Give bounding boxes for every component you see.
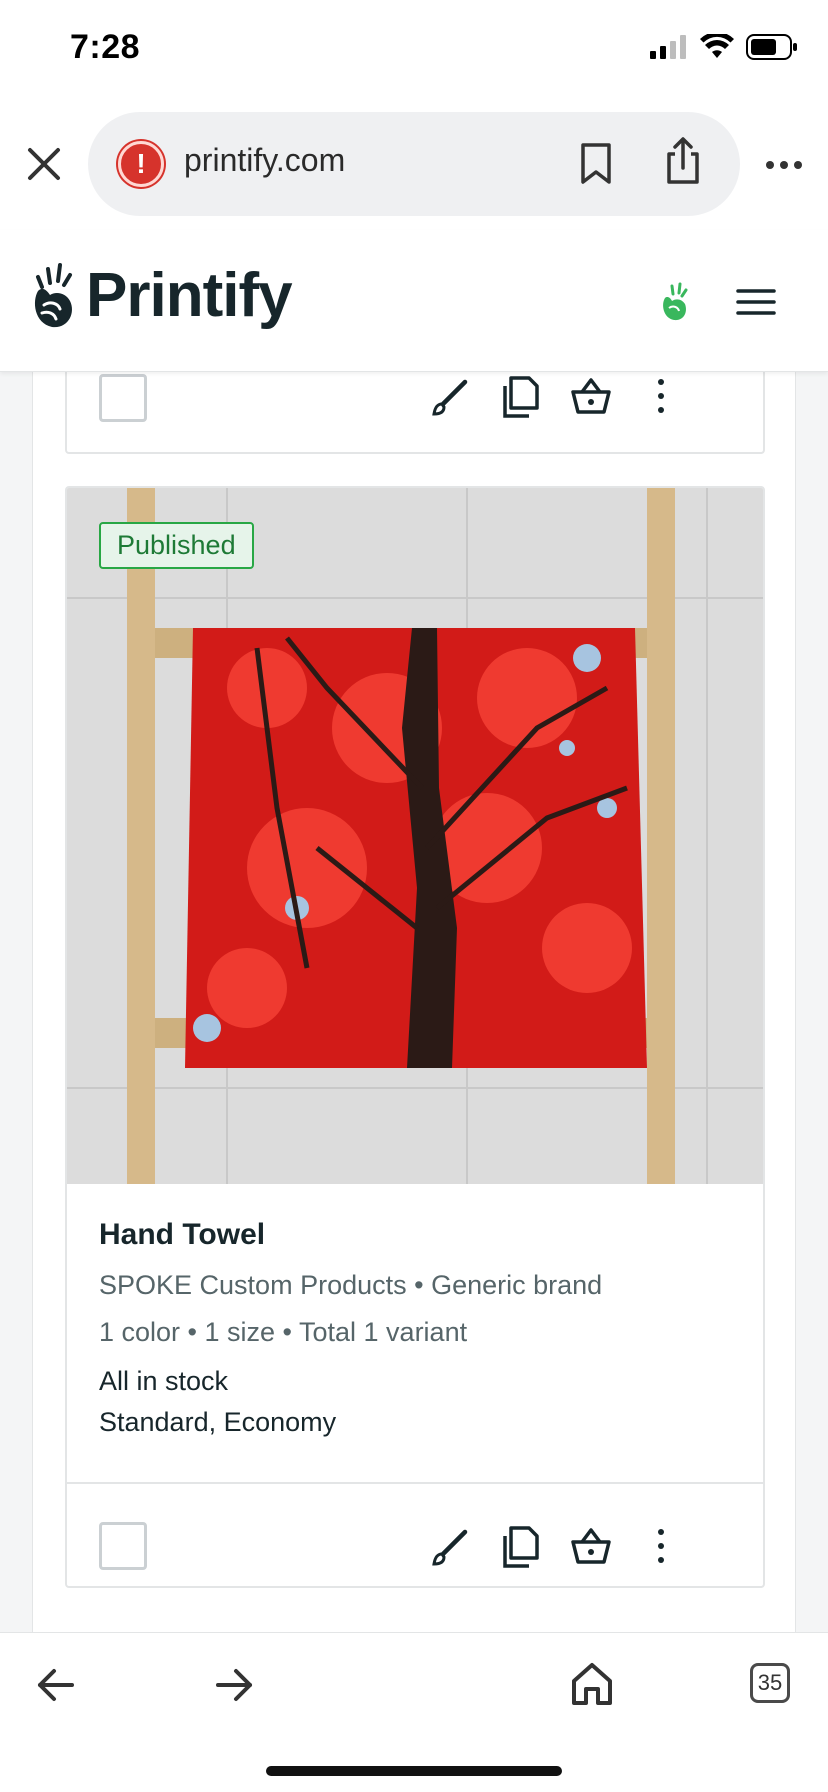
basket-icon[interactable] (569, 374, 613, 418)
printify-mini-logo-icon[interactable] (660, 282, 690, 322)
edit-icon[interactable] (429, 374, 473, 418)
hamburger-icon[interactable] (736, 288, 776, 316)
product-card[interactable]: Published Hand Towel SPOKE Custom Produc… (65, 486, 765, 1588)
kebab-icon[interactable] (639, 374, 683, 418)
printify-logo-icon (34, 262, 72, 327)
copy-icon[interactable] (499, 1524, 543, 1568)
basket-icon[interactable] (569, 1524, 613, 1568)
browser-bar: ! printify.com (0, 100, 828, 230)
product-stock: All in stock (99, 1366, 229, 1396)
tabs-button[interactable]: 35 (750, 1663, 790, 1703)
signal-icon (650, 35, 686, 59)
product-title[interactable]: Hand Towel (99, 1218, 739, 1252)
edit-icon[interactable] (429, 1524, 473, 1568)
product-card-previous (65, 372, 765, 454)
product-list: Published Hand Towel SPOKE Custom Produc… (32, 372, 796, 1632)
url-text[interactable]: printify.com (184, 142, 345, 179)
card-action-row (67, 1484, 763, 1586)
home-indicator[interactable] (266, 1766, 562, 1776)
kebab-icon[interactable] (639, 1524, 683, 1568)
brand-name: Printify (86, 261, 293, 330)
status-icons (650, 34, 798, 60)
copy-icon[interactable] (499, 374, 543, 418)
browser-toolbar: 35 (0, 1632, 828, 1792)
more-icon[interactable] (764, 150, 804, 180)
select-checkbox[interactable] (99, 1522, 147, 1570)
forward-icon[interactable] (210, 1661, 258, 1709)
back-icon[interactable] (32, 1661, 80, 1709)
address-bar[interactable]: ! printify.com (88, 112, 740, 216)
product-provider: SPOKE Custom Products • Generic brand (99, 1270, 603, 1300)
site-header: Printify (0, 230, 828, 372)
product-shipping: Standard, Economy (99, 1407, 337, 1437)
warning-icon[interactable]: ! (118, 141, 164, 187)
bookmark-icon[interactable] (578, 142, 614, 186)
wifi-icon (700, 34, 734, 58)
product-variants: 1 color • 1 size • Total 1 variant (99, 1317, 468, 1347)
printify-logo[interactable]: Printify (30, 260, 293, 331)
hand-towel-mockup (67, 488, 763, 1184)
close-icon[interactable] (24, 144, 64, 184)
product-info: Hand Towel SPOKE Custom Products • Gener… (99, 1212, 739, 1438)
battery-icon (746, 34, 797, 60)
card-action-row (67, 372, 763, 454)
status-bar: 7:28 (0, 0, 828, 100)
share-icon[interactable] (663, 136, 703, 186)
select-checkbox[interactable] (99, 374, 147, 422)
product-image[interactable]: Published (67, 488, 763, 1184)
home-icon[interactable] (568, 1659, 616, 1707)
status-time: 7:28 (70, 28, 141, 66)
status-badge: Published (99, 522, 254, 569)
